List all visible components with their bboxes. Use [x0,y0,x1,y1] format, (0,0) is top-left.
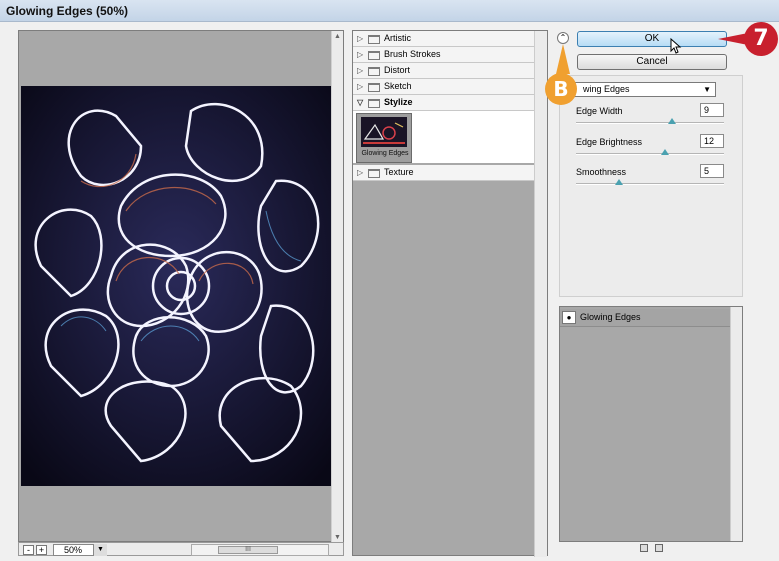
edge-brightness-input[interactable]: 12 [700,134,724,148]
edge-width-slider[interactable] [576,122,724,124]
preview-horizontal-scrollbar[interactable]: III [191,544,329,556]
zoom-in-button[interactable]: + [36,545,47,555]
category-artistic[interactable]: ▷ Artistic [353,31,535,47]
delete-effect-layer-icon[interactable] [655,544,663,552]
smoothness-slider-knob[interactable] [615,179,623,185]
smoothness-slider[interactable] [576,183,724,185]
category-label: Sketch [384,81,412,91]
folder-icon [368,169,380,178]
edge-brightness-slider-knob[interactable] [661,149,669,155]
smoothness-label: Smoothness [576,167,627,177]
horizontal-scroll-thumb[interactable]: III [218,546,278,554]
zoom-dropdown-arrow-icon[interactable]: ▼ [93,544,107,556]
zoom-level-value: 50% [64,545,83,555]
collapse-gallery-icon[interactable]: ⌃ [557,32,569,44]
effect-layer-row[interactable]: ● Glowing Edges [560,309,732,327]
filter-select-dropdown[interactable]: wing Edges ▼ [574,82,716,97]
category-distort[interactable]: ▷ Distort [353,63,535,79]
filter-gallery-list: ▷ Artistic ▷ Brush Strokes ▷ Distort ▷ S… [352,30,548,557]
category-label: Texture [384,167,414,177]
filter-select-value: wing Edges [583,84,630,94]
gallery-scrollbar[interactable] [534,31,547,557]
collapsed-arrow-icon[interactable]: ▷ [357,63,363,78]
filter-thumbnail-glowing-edges[interactable]: Glowing Edges [356,113,412,163]
edge-brightness-label: Edge Brightness [576,137,643,147]
category-texture[interactable]: ▷ Texture [353,165,535,181]
filter-category-list: ▷ Artistic ▷ Brush Strokes ▷ Distort ▷ S… [353,31,535,557]
ok-button[interactable]: OK [577,31,727,47]
folder-icon [368,67,380,76]
cancel-button[interactable]: Cancel [577,54,727,70]
thumbnail-preview-graphic [361,117,407,147]
category-brush-strokes[interactable]: ▷ Brush Strokes [353,47,535,63]
zoom-out-button[interactable]: - [23,545,34,555]
category-label: Brush Strokes [384,49,441,59]
preview-pane[interactable]: ▲ ▼ [18,30,344,543]
category-stylize[interactable]: ▽ Stylize [353,95,535,111]
collapsed-arrow-icon[interactable]: ▷ [357,165,363,180]
edge-width-slider-knob[interactable] [668,118,676,124]
smoothness-input[interactable]: 5 [700,164,724,178]
folder-icon [368,35,380,44]
callout-b-badge: B [545,73,577,105]
scroll-down-arrow-icon[interactable]: ▼ [334,534,341,541]
scroll-up-arrow-icon[interactable]: ▲ [334,33,341,40]
callout-b-pointer [556,44,570,74]
folder-open-icon [368,99,380,108]
filter-thumbnail-label: Glowing Edges [361,150,409,157]
category-sketch[interactable]: ▷ Sketch [353,79,535,95]
stylize-filters-panel: Glowing Edges [353,111,535,163]
edge-width-input[interactable]: 9 [700,103,724,117]
category-label: Distort [384,65,411,75]
window-title: Glowing Edges (50%) [6,4,129,18]
filter-thumbnail-image [361,117,407,147]
folder-icon [368,83,380,92]
callout-7-badge: 7 [744,22,778,56]
preview-vertical-scrollbar[interactable]: ▲ ▼ [331,31,343,543]
eye-visibility-icon[interactable]: ● [562,311,576,324]
expanded-arrow-icon[interactable]: ▽ [357,95,363,110]
layers-scrollbar[interactable] [730,307,742,541]
category-label: Stylize [384,97,413,107]
preview-image [21,86,333,486]
effect-layers-panel: ● Glowing Edges [559,306,743,542]
edge-width-label: Edge Width [576,106,623,116]
chevron-down-icon: ▼ [703,85,711,94]
edge-brightness-slider[interactable] [576,153,724,155]
filter-gallery-window: Glowing Edges (50%) ▲ ▼ - + 50% ▼ III ▷ … [0,0,779,561]
collapsed-arrow-icon[interactable]: ▷ [357,47,363,62]
preview-zoom-bar: - + 50% ▼ III [18,542,344,556]
collapsed-arrow-icon[interactable]: ▷ [357,31,363,46]
new-effect-layer-icon[interactable] [640,544,648,552]
title-bar: Glowing Edges (50%) [0,0,779,22]
folder-icon [368,51,380,60]
mouse-cursor-icon [670,38,682,54]
category-label: Artistic [384,33,411,43]
collapsed-arrow-icon[interactable]: ▷ [357,79,363,94]
glowing-edges-rose-image [21,86,333,486]
effect-layer-name: Glowing Edges [580,312,641,322]
